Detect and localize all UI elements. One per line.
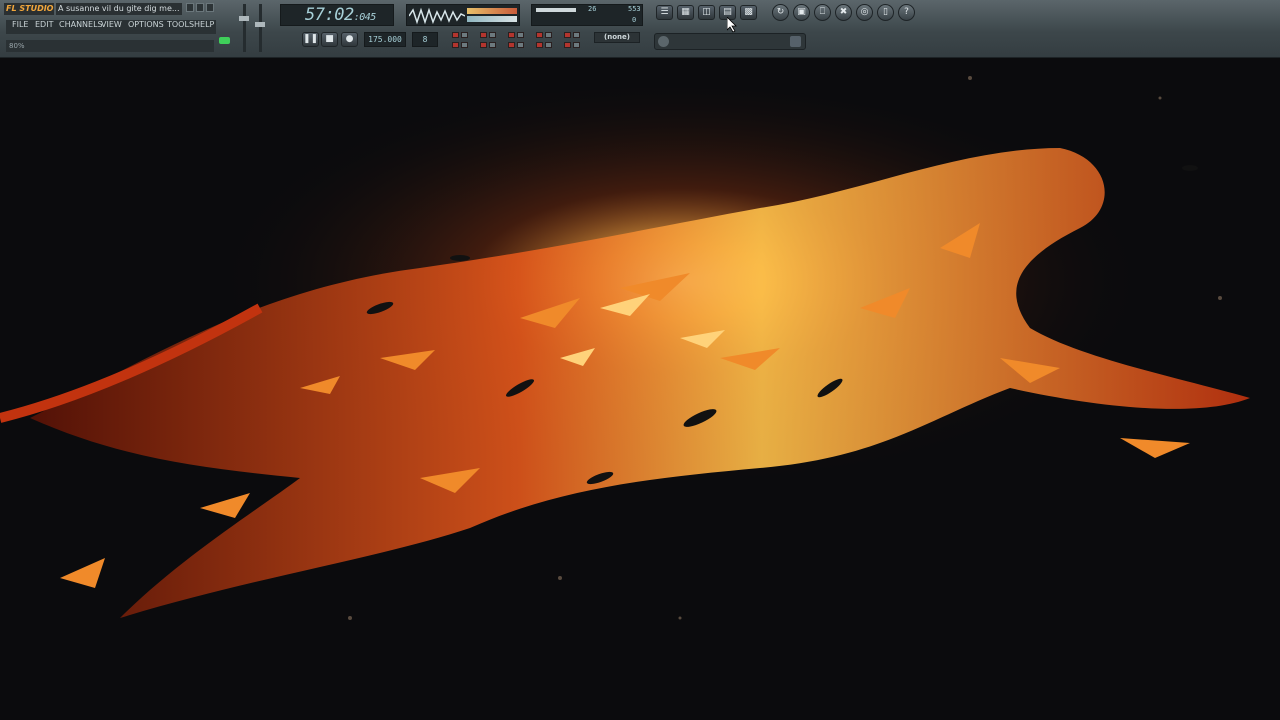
option-toggle-7[interactable] — [536, 32, 543, 38]
browser-orb-icon — [658, 36, 669, 47]
time-main: 57:02 — [305, 5, 354, 25]
mouse-cursor-icon — [727, 17, 737, 33]
pattern-number-display[interactable]: 8 — [412, 32, 438, 47]
plugin-picker-icon[interactable]: ◎ — [856, 4, 873, 21]
master-pitch-handle[interactable] — [255, 22, 265, 27]
pattern-selector[interactable]: (none) — [594, 32, 640, 43]
piano-roll-icon[interactable]: ◫ — [698, 5, 715, 20]
option-toggle-10[interactable] — [573, 32, 580, 38]
song-position-display[interactable]: 57:02:045 — [280, 4, 394, 26]
tempo-display[interactable]: 175.000 — [364, 32, 406, 47]
master-volume-handle[interactable] — [239, 16, 249, 21]
hint-bar: 80% — [6, 40, 214, 52]
step-sequencer-icon[interactable]: ▦ — [677, 5, 694, 20]
main-menu-bar: FILE EDIT CHANNELS VIEW OPTIONS TOOLS HE… — [6, 20, 216, 34]
option-toggle-4[interactable] — [489, 32, 496, 38]
menu-edit[interactable]: EDIT — [35, 20, 53, 34]
option-toggle-12[interactable] — [461, 42, 468, 48]
option-toggle-18[interactable] — [545, 42, 552, 48]
cpu-memory-panel: 26 553 0 — [531, 4, 643, 26]
menu-channels[interactable]: CHANNELS — [59, 20, 103, 34]
cpu-value: 26 — [588, 5, 597, 13]
record-button[interactable]: ● — [341, 32, 358, 47]
menu-file[interactable]: FILE — [12, 20, 28, 34]
option-toggle-16[interactable] — [517, 42, 524, 48]
memory-value: 553 — [628, 5, 641, 13]
menu-help[interactable]: HELP — [194, 20, 214, 34]
refresh-icon[interactable]: ↻ — [772, 4, 789, 21]
maximize-button[interactable] — [196, 3, 204, 12]
online-indicator — [219, 37, 230, 44]
fire-cheetah-wallpaper — [0, 58, 1280, 720]
project-title: A susanne vil du gite dig me... — [56, 3, 182, 15]
menu-view[interactable]: VIEW — [101, 20, 122, 34]
option-toggle-5[interactable] — [508, 32, 515, 38]
fl-studio-logo: FL STUDIO — [4, 3, 54, 15]
playlist-icon[interactable]: ☰ — [656, 5, 673, 20]
minimize-button[interactable] — [186, 3, 194, 12]
play-pause-button[interactable]: ❚❚ — [302, 32, 319, 47]
stop-button[interactable]: ■ — [321, 32, 338, 47]
option-toggle-3[interactable] — [480, 32, 487, 38]
cut-icon[interactable]: ✖ — [835, 4, 852, 21]
option-toggle-9[interactable] — [564, 32, 571, 38]
project-icon[interactable]: ▯ — [877, 4, 894, 21]
peak-meter-left — [467, 8, 517, 14]
option-toggle-13[interactable] — [480, 42, 487, 48]
oscilloscope-panel — [406, 4, 520, 26]
peak-meter-right — [467, 16, 517, 22]
save-icon[interactable]: ▣ — [793, 4, 810, 21]
browser-search-field[interactable] — [654, 33, 806, 50]
master-volume-slider[interactable] — [243, 4, 246, 52]
option-toggle-6[interactable] — [517, 32, 524, 38]
waveform-icon — [409, 7, 465, 25]
option-toggle-2[interactable] — [461, 32, 468, 38]
option-toggle-17[interactable] — [536, 42, 543, 48]
time-ticks: :045 — [353, 12, 377, 23]
close-button[interactable] — [206, 3, 214, 12]
option-toggle-14[interactable] — [489, 42, 496, 48]
polyphony-value: 0 — [632, 16, 637, 24]
render-icon[interactable]: ⎕ — [814, 4, 831, 21]
master-pitch-slider[interactable] — [259, 4, 262, 52]
option-toggle-1[interactable] — [452, 32, 459, 38]
menu-options[interactable]: OPTIONS — [128, 20, 164, 34]
option-toggle-20[interactable] — [573, 42, 580, 48]
mixer-icon[interactable]: ▩ — [740, 5, 757, 20]
fl-studio-toolbar: FL STUDIO A susanne vil du gite dig me..… — [0, 0, 1280, 58]
option-toggle-15[interactable] — [508, 42, 515, 48]
menu-tools[interactable]: TOOLS — [167, 20, 194, 34]
option-toggle-11[interactable] — [452, 42, 459, 48]
option-toggle-8[interactable] — [545, 32, 552, 38]
option-toggle-19[interactable] — [564, 42, 571, 48]
cpu-meter — [536, 8, 576, 12]
help-icon[interactable]: ? — [898, 4, 915, 21]
browser-dropdown-icon[interactable] — [790, 36, 801, 47]
